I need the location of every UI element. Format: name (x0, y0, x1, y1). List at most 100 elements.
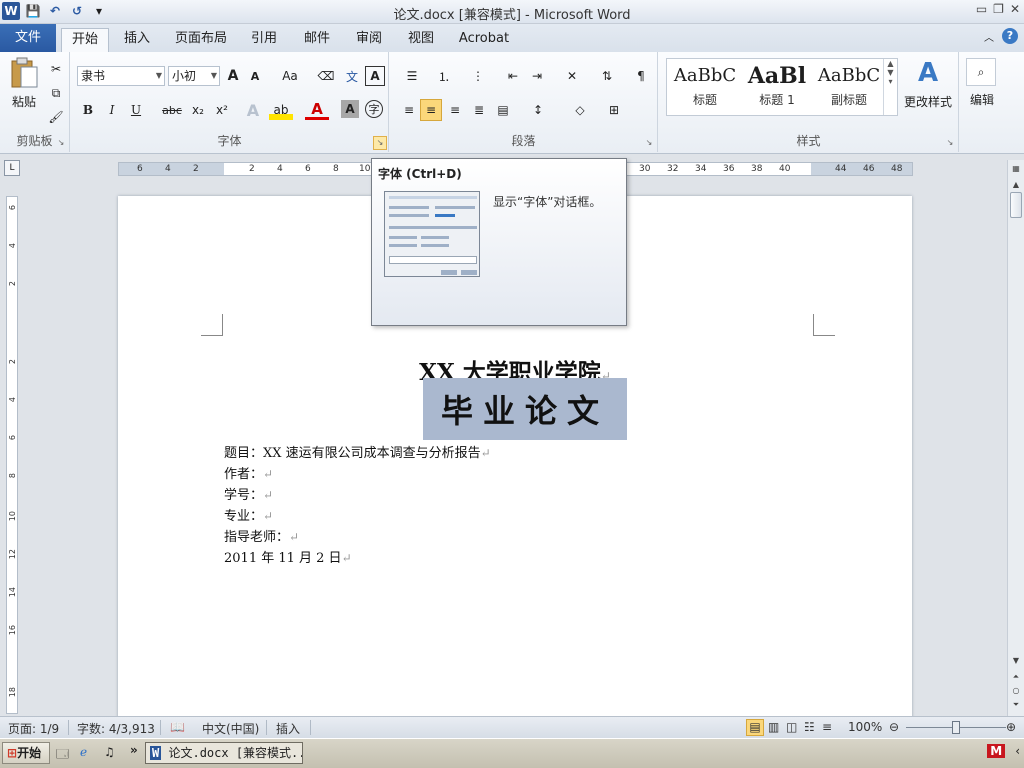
zoom-slider-thumb[interactable] (952, 721, 960, 734)
format-painter-icon[interactable]: 🖌 (47, 108, 65, 126)
tab-acrobat[interactable]: Acrobat (452, 28, 516, 52)
ruler-toggle-icon[interactable]: ▦ (1009, 162, 1023, 176)
font-name-combo[interactable]: 隶书 ▼ (77, 66, 165, 86)
shrink-font-button[interactable]: A (245, 66, 265, 86)
tab-review[interactable]: 审阅 (348, 28, 390, 52)
outline-icon[interactable]: ☷ (804, 720, 815, 734)
binoculars-icon[interactable]: ⌕ (966, 58, 996, 86)
proofing-icon[interactable]: 📖 (170, 720, 185, 734)
decrease-indent-icon[interactable]: ⇤ (502, 66, 524, 86)
selected-banner[interactable]: 毕业论文 (423, 378, 627, 440)
tab-references[interactable]: 引用 (243, 28, 285, 52)
page-count[interactable]: 页面: 1/9 (8, 720, 59, 737)
media-icon[interactable]: ♫ (104, 745, 115, 759)
font-size-combo[interactable]: 小初 ▼ (168, 66, 220, 86)
gallery-scroll[interactable]: ▲ ▼ ▾ (883, 59, 897, 115)
line-spacing-icon[interactable]: ↕ (524, 100, 552, 120)
paste-icon[interactable] (6, 56, 42, 90)
change-styles-button[interactable]: 更改样式 (898, 92, 958, 110)
char-shading-icon[interactable]: A (341, 100, 359, 118)
vertical-ruler[interactable]: 6 4 2 2 4 6 8 10 12 14 16 18 (6, 196, 18, 714)
tab-view[interactable]: 视图 (400, 28, 442, 52)
increase-indent-icon[interactable]: ⇥ (526, 66, 548, 86)
font-color-icon[interactable]: A (305, 100, 329, 120)
print-layout-icon[interactable]: ▤ (746, 719, 764, 736)
superscript-button[interactable]: x² (211, 100, 233, 120)
copy-icon[interactable]: ⧉ (47, 84, 65, 102)
doc-line-topic[interactable]: 题目：XX 速运有限公司成本调查与分析报告↵ (224, 443, 491, 464)
clear-format-icon[interactable]: ⌫ (315, 66, 337, 86)
text-effects-icon[interactable]: A (241, 100, 265, 120)
align-left-icon[interactable]: ≡ (398, 100, 420, 120)
zoom-in-icon[interactable]: ⊕ (1006, 720, 1016, 734)
grow-font-button[interactable]: A (223, 66, 243, 86)
style-heading1[interactable]: AaBl 标题 1 (741, 61, 813, 113)
scroll-up-icon[interactable]: ▲ (1009, 178, 1023, 192)
sort-icon[interactable]: ⇅ (596, 66, 618, 86)
vertical-scrollbar[interactable]: ▦ ▲ ▼ ⏶ ○ ⏷ (1007, 160, 1024, 716)
zoom-out-icon[interactable]: ⊖ (889, 720, 899, 734)
italic-button[interactable]: I (101, 100, 123, 120)
next-page-icon[interactable]: ⏷ (1009, 698, 1023, 712)
enclose-chars-icon[interactable]: 字 (365, 100, 383, 118)
bullets-icon[interactable]: ☰ (398, 66, 426, 86)
align-center-icon[interactable]: ≡ (420, 99, 442, 121)
close-icon[interactable]: ✕ (1010, 2, 1020, 16)
chinese-layout-icon[interactable]: ✕ (558, 66, 586, 86)
ie-icon[interactable]: ℯ (80, 745, 87, 759)
style-subtitle[interactable]: AaBbC 副标题 (813, 61, 885, 113)
justify-icon[interactable]: ≣ (468, 100, 490, 120)
doc-line-date[interactable]: 2011 年 11 月 2 日↵ (224, 548, 491, 569)
zoom-level[interactable]: 100% (848, 720, 882, 734)
change-styles-icon[interactable]: A (902, 58, 954, 88)
underline-button[interactable]: U (125, 100, 147, 120)
tab-page-layout[interactable]: 页面布局 (168, 28, 234, 52)
distribute-icon[interactable]: ▤ (492, 100, 514, 120)
subscript-button[interactable]: x₂ (187, 100, 209, 120)
tab-mailings[interactable]: 邮件 (296, 28, 338, 52)
numbering-icon[interactable]: ⒈ (430, 66, 458, 86)
borders-icon[interactable]: ⊞ (600, 100, 628, 120)
bold-button[interactable]: B (77, 100, 99, 120)
scroll-down-icon[interactable]: ▼ (1009, 654, 1023, 668)
browse-object-icon[interactable]: ○ (1009, 684, 1023, 698)
minimize-icon[interactable]: ▭ (976, 2, 987, 16)
tab-home[interactable]: 开始 (61, 28, 109, 52)
tab-file[interactable]: 文件 (0, 24, 56, 52)
tab-insert[interactable]: 插入 (116, 28, 158, 52)
clipboard-launcher-icon[interactable]: ↘ (56, 138, 66, 148)
multilevel-list-icon[interactable]: ⋮ (464, 66, 492, 86)
more-launch-icon[interactable]: » (130, 743, 138, 757)
tray-app-icon[interactable]: M (987, 744, 1006, 758)
highlight-icon[interactable]: ab (269, 100, 293, 120)
doc-line-student-id[interactable]: 学号：↵ (224, 485, 491, 506)
doc-line-major[interactable]: 专业：↵ (224, 506, 491, 527)
web-layout-icon[interactable]: ◫ (786, 720, 797, 734)
language-status[interactable]: 中文(中国) (202, 720, 259, 737)
change-case-button[interactable]: Aa (277, 66, 303, 86)
help-icon[interactable]: ? (1002, 28, 1018, 44)
draft-icon[interactable]: ≡ (822, 720, 832, 734)
doc-line-author[interactable]: 作者：↵ (224, 464, 491, 485)
editing-button[interactable]: 编辑 (962, 90, 1002, 108)
insert-mode[interactable]: 插入 (276, 720, 300, 737)
full-screen-reading-icon[interactable]: ▥ (768, 720, 779, 734)
char-border-icon[interactable]: A (365, 66, 385, 86)
tab-selector-icon[interactable]: L (4, 160, 20, 176)
word-count[interactable]: 字数: 4/3,913 (77, 720, 155, 737)
styles-launcher-icon[interactable]: ↘ (945, 138, 955, 148)
show-desktop-icon[interactable]: 🗔 (56, 745, 69, 766)
shading-icon[interactable]: ◇ (566, 100, 594, 120)
show-marks-icon[interactable]: ¶ (630, 66, 652, 86)
phonetic-guide-icon[interactable]: 文 (341, 66, 363, 86)
align-right-icon[interactable]: ≡ (444, 100, 466, 120)
cut-icon[interactable]: ✂ (47, 60, 65, 78)
taskbar-word-item[interactable]: W 论文.docx [兼容模式... (145, 742, 303, 764)
scroll-thumb[interactable] (1010, 192, 1022, 218)
ribbon-collapse-icon[interactable]: ︿ (984, 29, 994, 44)
strikethrough-button[interactable]: abc (159, 100, 185, 120)
paste-button[interactable]: 粘贴 (4, 92, 44, 110)
restore-icon[interactable]: ❐ (993, 2, 1004, 16)
doc-line-advisor[interactable]: 指导老师：↵ (224, 527, 491, 548)
font-dialog-launcher-icon[interactable]: ↘ (373, 136, 387, 150)
